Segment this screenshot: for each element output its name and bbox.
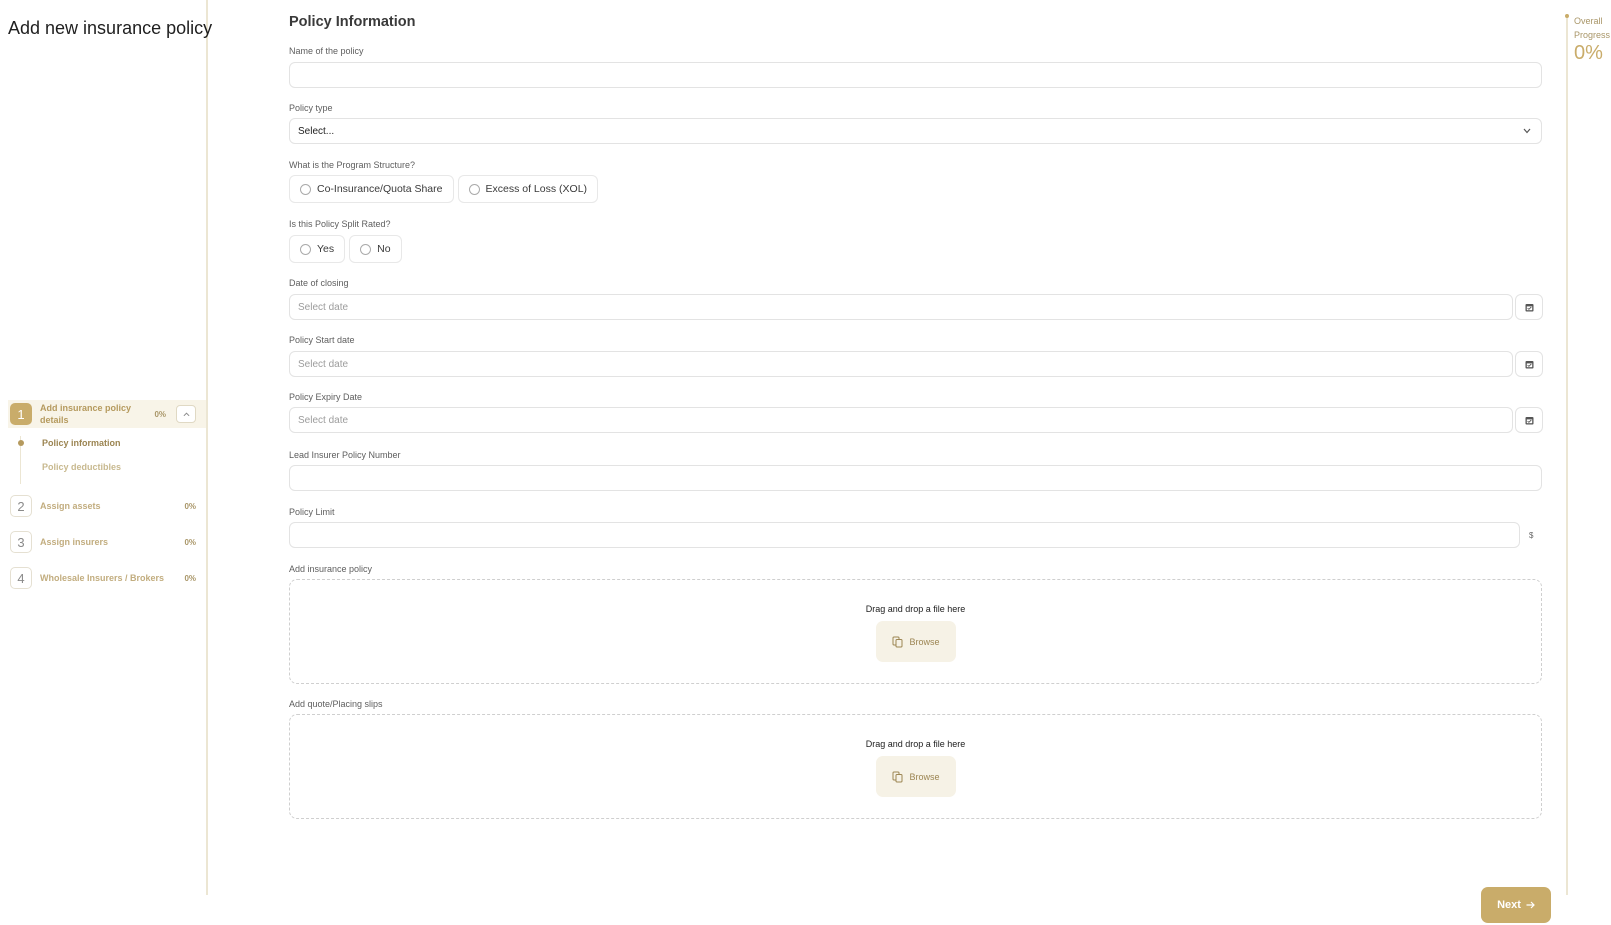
policy-type-value: Select... <box>298 125 335 137</box>
chevron-up-icon <box>183 411 189 416</box>
split-rated-radio-group: Yes No <box>289 235 402 263</box>
substep-label: Policy information <box>42 438 121 448</box>
stepper: 1 Add insurance policy details 0% Policy… <box>8 400 206 592</box>
browse-button[interactable]: Browse <box>876 756 956 797</box>
step-4[interactable]: 4 Wholesale Insurers / Brokers 0% <box>10 564 206 592</box>
start-date-label: Policy Start date <box>289 335 355 345</box>
progress-dot-icon <box>1565 14 1569 18</box>
date-of-closing-label: Date of closing <box>289 278 349 288</box>
program-structure-radio-group: Co-Insurance/Quota Share Excess of Loss … <box>289 175 599 203</box>
next-button[interactable]: Next <box>1481 887 1551 923</box>
dropzone-text: Drag and drop a file here <box>865 739 966 749</box>
policy-type-label: Policy type <box>289 103 333 113</box>
browse-button[interactable]: Browse <box>876 621 956 662</box>
radio-label: Co-Insurance/Quota Share <box>317 183 443 195</box>
policy-name-label: Name of the policy <box>289 46 364 56</box>
radio-label: No <box>377 243 391 255</box>
step-number: 1 <box>10 403 32 425</box>
overall-progress-label: Overall Progress <box>1574 16 1611 40</box>
currency-symbol: $ <box>1529 531 1534 540</box>
radio-no[interactable]: No <box>349 235 402 263</box>
progress-rail <box>1566 14 1568 895</box>
overall-progress-value: 0% <box>1574 42 1603 64</box>
step-2[interactable]: 2 Assign assets 0% <box>10 492 206 520</box>
sidebar: Add new insurance policy 1 Add insurance… <box>0 0 212 895</box>
step-1[interactable]: 1 Add insurance policy details 0% <box>8 400 206 428</box>
upload-slips-label: Add quote/Placing slips <box>289 699 383 709</box>
substep-label: Policy deductibles <box>42 462 122 472</box>
collapse-step-button[interactable] <box>176 405 196 423</box>
step-progress: 0% <box>184 501 196 511</box>
calendar-icon <box>1525 416 1533 424</box>
radio-circle-icon <box>300 243 311 255</box>
expiry-date-label: Policy Expiry Date <box>289 392 363 402</box>
step-number: 3 <box>10 531 32 553</box>
radio-label: Yes <box>317 243 335 255</box>
upload-slips-dropzone[interactable]: Drag and drop a file here Browse <box>289 714 1542 819</box>
start-date-calendar-button[interactable] <box>1515 351 1543 377</box>
expiry-date-calendar-button[interactable] <box>1515 407 1543 433</box>
radio-co-insurance[interactable]: Co-Insurance/Quota Share <box>289 175 454 203</box>
date-of-closing-input[interactable]: Select date <box>289 294 1513 320</box>
step-label: Wholesale Insurers / Brokers <box>40 573 165 583</box>
step-progress: 0% <box>154 409 166 419</box>
substep-policy-deductibles[interactable]: Policy deductibles <box>42 460 206 484</box>
step-label: Add insurance policy details <box>40 403 132 425</box>
next-label: Next <box>1497 899 1521 911</box>
step-progress: 0% <box>184 537 196 547</box>
split-rated-label: Is this Policy Split Rated? <box>289 219 391 229</box>
date-of-closing-calendar-button[interactable] <box>1515 294 1543 320</box>
section-title: Policy Information <box>289 14 416 30</box>
radio-label: Excess of Loss (XOL) <box>485 183 588 195</box>
upload-file-icon <box>892 771 903 782</box>
expiry-date-input[interactable]: Select date <box>289 407 1513 433</box>
step-progress: 0% <box>184 573 196 583</box>
radio-yes[interactable]: Yes <box>289 235 346 263</box>
start-date-input[interactable]: Select date <box>289 351 1513 377</box>
lead-policy-number-label: Lead Insurer Policy Number <box>289 450 401 460</box>
radio-circle-icon <box>300 183 311 195</box>
browse-label: Browse <box>909 636 940 647</box>
calendar-icon <box>1525 360 1533 368</box>
page-title: Add new insurance policy <box>8 18 213 38</box>
chevron-down-icon <box>1523 128 1531 134</box>
radio-circle-icon <box>468 183 480 195</box>
policy-limit-label: Policy Limit <box>289 507 335 517</box>
browse-label: Browse <box>909 771 940 782</box>
current-substep-dot-icon <box>18 440 24 446</box>
dropzone-text: Drag and drop a file here <box>865 604 966 614</box>
policy-name-input[interactable] <box>289 62 1542 88</box>
radio-circle-icon <box>360 243 372 255</box>
date-placeholder: Select date <box>298 414 349 426</box>
policy-type-select[interactable]: Select... <box>289 118 1542 144</box>
lead-policy-number-input[interactable] <box>289 465 1542 491</box>
date-placeholder: Select date <box>298 358 349 370</box>
step-number: 4 <box>10 567 32 589</box>
step-number: 2 <box>10 495 32 517</box>
arrow-right-icon <box>1526 901 1535 909</box>
step-label: Assign assets <box>40 501 101 511</box>
upload-file-icon <box>892 636 903 647</box>
calendar-icon <box>1525 303 1533 311</box>
step-label: Assign insurers <box>40 537 109 547</box>
upload-policy-label: Add insurance policy <box>289 564 373 574</box>
step-3[interactable]: 3 Assign insurers 0% <box>10 528 206 556</box>
date-placeholder: Select date <box>298 301 349 313</box>
substep-list: Policy information Policy deductibles <box>18 436 206 484</box>
policy-limit-input[interactable] <box>289 522 1520 548</box>
upload-policy-dropzone[interactable]: Drag and drop a file here Browse <box>289 579 1542 684</box>
program-structure-label: What is the Program Structure? <box>289 160 416 170</box>
radio-excess-of-loss[interactable]: Excess of Loss (XOL) <box>457 175 599 203</box>
substep-policy-information[interactable]: Policy information <box>18 436 206 460</box>
